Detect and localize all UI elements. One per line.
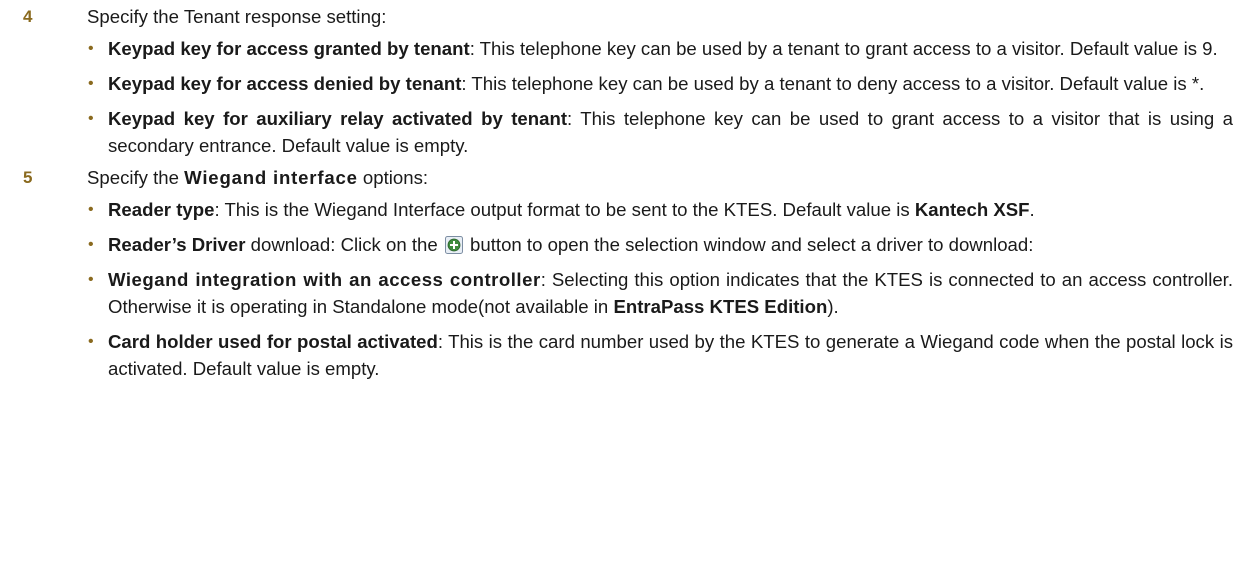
item-term: Card holder used for postal activated [108,331,438,352]
list-item: • Card holder used for postal activated:… [87,328,1253,382]
item-text: : This is the Wiegand Interface output f… [214,199,915,220]
step-intro-pre: Specify the [87,167,185,188]
item-text: download: Click on the [245,234,443,255]
item-text-end: ). [827,296,839,317]
item-term: Reader’s Driver [108,234,246,255]
item-term: Wiegand integration with an access contr… [108,269,541,290]
bullet-glyph: • [88,110,94,127]
step-intro-post: options: [357,167,429,188]
item-term-edition: EntraPass KTES Edition [613,296,828,317]
item-term: Keypad key for access granted by tenant [108,38,470,59]
item-text-end: . [1029,199,1035,220]
list-item: • Reader’s Driver download: Click on the… [87,231,1253,258]
list-item: • Reader type: This is the Wiegand Inter… [87,196,1253,223]
wiegand-options-list: • Reader type: This is the Wiegand Inter… [0,196,1253,382]
bullet-glyph: • [88,75,94,92]
step-intro-term: Wiegand interface [184,167,358,188]
step-number: 5 [23,168,33,187]
item-text: : This telephone key can be used by a te… [461,73,1205,94]
bullet-glyph: • [88,236,94,253]
item-term: Reader type [108,199,215,220]
list-item: • Wiegand integration with an access con… [87,266,1253,320]
step-intro: Specify the Tenant response setting: [87,6,387,27]
bullet-glyph: • [88,40,94,57]
item-text-end: button to open the selection window and … [464,234,1034,255]
item-term: Keypad key for access denied by tenant [108,73,462,94]
bullet-glyph: • [88,271,94,288]
document-page: 4 Specify the Tenant response setting: •… [0,0,1253,571]
item-term: Keypad key for auxiliary relay activated… [108,108,568,129]
add-icon [444,234,463,254]
bullet-glyph: • [88,333,94,350]
list-item: • Keypad key for access granted by tenan… [87,35,1253,62]
step-5: 5 Specify the Wiegand interface options: [0,164,1253,191]
item-term-default: Kantech XSF [914,199,1030,220]
item-text: : This telephone key can be used by a te… [469,38,1218,59]
step-number: 4 [23,7,33,26]
list-item: • Keypad key for access denied by tenant… [87,70,1253,97]
step-4: 4 Specify the Tenant response setting: [0,3,1253,30]
bullet-glyph: • [88,201,94,218]
tenant-response-list: • Keypad key for access granted by tenan… [0,35,1253,159]
list-item: • Keypad key for auxiliary relay activat… [87,105,1253,159]
